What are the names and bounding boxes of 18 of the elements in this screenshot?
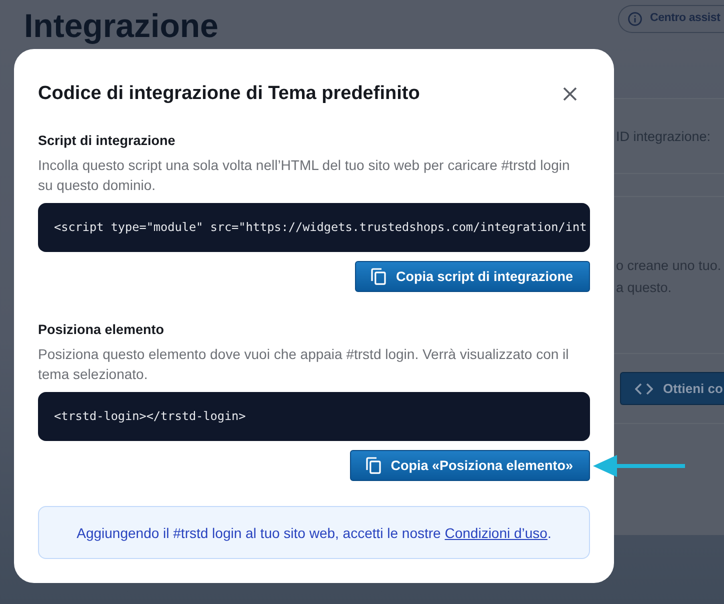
copy-button[interactable]: Copia script di integrazione xyxy=(354,261,590,292)
info-icon xyxy=(628,12,642,26)
copy-icon xyxy=(366,457,381,474)
section-heading: Posiziona elemento xyxy=(38,321,166,339)
terms-link[interactable]: Condizioni d’uso xyxy=(444,524,548,540)
section-description: Incolla questo script una sola volta nell’HTML del tuo sito web per caricare #trstd login su questo dominio. xyxy=(38,156,571,195)
code-icon xyxy=(635,382,653,394)
copy-button[interactable]: Copia «Posiziona elemento» xyxy=(350,450,590,481)
copy-icon xyxy=(370,268,386,285)
code-snippet: <script type="module" src="https://widgets.trustedshops.com/integration/int xyxy=(38,203,590,252)
close-icon xyxy=(563,87,577,101)
page-title: Integrazione xyxy=(24,6,218,46)
section-heading: Script di integrazione xyxy=(38,132,176,150)
dialog-title: Codice di integrazione di Tema predefinito xyxy=(38,82,420,106)
notice-text: Aggiungendo il #trstd login al tuo sito web, accetti le nostre Condizioni d’uso. xyxy=(76,524,552,542)
code-snippet: <trstd-login></trstd-login> xyxy=(38,392,590,441)
get-code-button[interactable]: Ottieni co xyxy=(620,372,724,405)
section-description: Posiziona questo elemento dove vuoi che appaia #trstd login. Verrà visualizzato con il tema selezionato. xyxy=(38,345,570,384)
